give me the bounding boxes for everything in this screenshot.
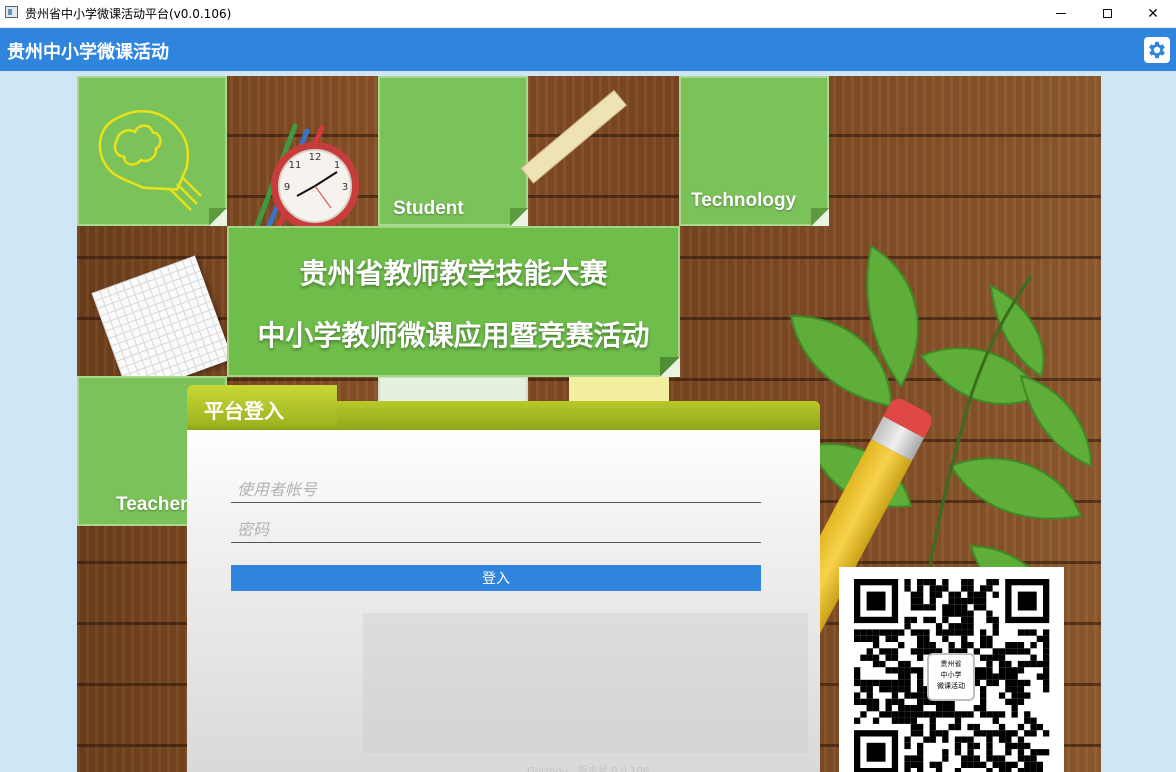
technology-tile: Technology [679,76,829,226]
svg-text:9: 9 [284,182,290,193]
student-label: Student [393,198,464,219]
login-button[interactable]: 登入 [231,565,761,591]
qr-code: 贵州省 中小学 微课活动 [839,567,1064,772]
tile-fold [209,208,227,226]
maximize-icon [1102,9,1112,18]
banner-fold [660,357,680,377]
qr-center-line: 微课活动 [937,682,965,690]
window-titlebar: 贵州省中小学微课活动平台(v0.0.106) ✕ [0,0,1176,28]
svg-text:12: 12 [309,152,322,163]
notice-area [363,613,808,753]
password-input[interactable] [231,517,761,543]
gear-icon [1149,41,1165,59]
close-icon: ✕ [1147,5,1159,22]
student-tile: Student [378,76,528,226]
maximize-button[interactable] [1084,0,1130,27]
ruler-illustration [520,89,627,184]
window-title: 贵州省中小学微课活动平台(v0.0.106) [25,7,232,21]
svg-text:1: 1 [334,160,340,171]
version-footer: Guizhou，版本号 0.0.106 [527,766,650,772]
contest-banner: 贵州省教师教学技能大赛 中小学教师微课应用暨竞赛活动 [227,226,680,377]
login-panel: 登入 Guizhou，版本号 0.0.106 [187,430,820,772]
banner-subtitle: 中小学教师微课应用暨竞赛活动 [257,319,650,352]
app-name: 贵州中小学微课活动 [7,42,169,63]
login-title: 平台登入 [204,399,284,423]
login-panel-tab: 平台登入 [187,385,337,427]
tile-fold [510,208,528,226]
qr-center-label: 贵州省 中小学 微课活动 [927,653,975,701]
teacher-label: Teacher [116,494,188,515]
qr-center-line: 中小学 [940,671,962,679]
lightbulb-tile [77,76,227,226]
tile-fold [811,208,829,226]
qr-center-line: 贵州省 [940,660,962,668]
app-header: 贵州中小学微课活动 [0,28,1176,71]
username-input[interactable] [231,477,761,503]
minimize-button[interactable] [1038,0,1084,27]
banner-title: 贵州省教师教学技能大赛 [299,257,608,290]
lightbulb-icon [98,110,202,211]
svg-text:11: 11 [289,160,302,171]
minimize-icon [1056,13,1066,14]
hero-background: 12 1 3 9 11 Student Technology Teacher 贵州… [77,76,1101,772]
sticky-note-illustration [569,374,669,404]
app-icon [5,6,18,18]
settings-button[interactable] [1144,37,1170,63]
close-button[interactable]: ✕ [1130,0,1176,27]
technology-label: Technology [691,190,797,211]
svg-text:3: 3 [342,182,348,193]
clock-pencils-illustration: 12 1 3 9 11 [254,123,359,226]
